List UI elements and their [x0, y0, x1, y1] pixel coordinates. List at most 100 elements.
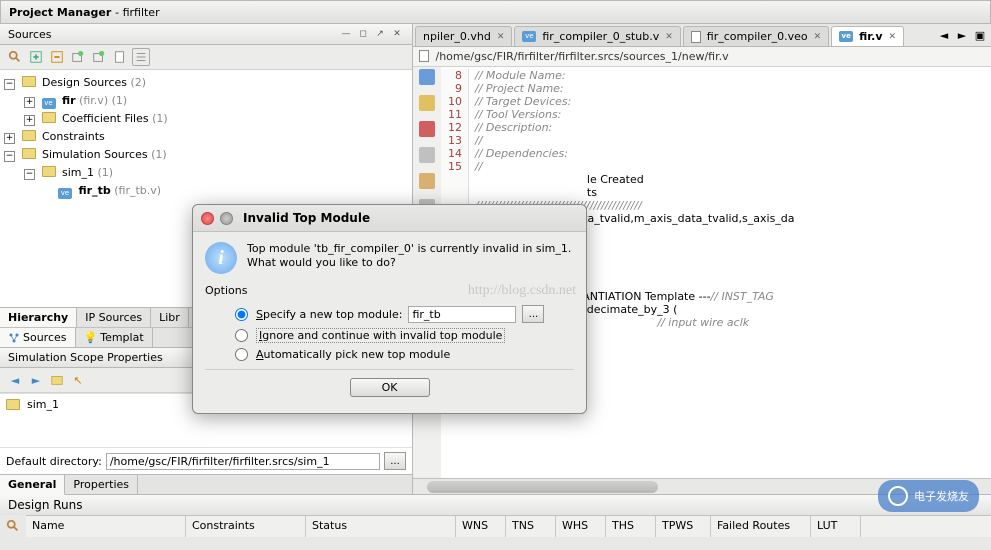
code-line[interactable]: ts [441, 186, 991, 199]
column-header[interactable]: WHS [556, 516, 606, 537]
module-icon: ve [839, 31, 853, 42]
radio-auto[interactable] [235, 348, 248, 361]
search-icon[interactable] [4, 517, 22, 535]
design-sources-label[interactable]: Design Sources [42, 76, 127, 89]
module-icon: ve [58, 188, 72, 199]
copy-icon[interactable] [419, 147, 435, 163]
restore-icon[interactable]: ◻ [356, 27, 370, 41]
editor-tab-stub[interactable]: ve fir_compiler_0_stub.v✕ [514, 26, 680, 46]
minimize-icon[interactable]: — [339, 27, 353, 41]
collapse-icon[interactable] [48, 48, 66, 66]
radio-ignore[interactable] [235, 329, 248, 342]
option-specify[interactable]: Specify a new top module: ... [235, 305, 574, 323]
column-header[interactable]: WNS [456, 516, 506, 537]
column-header[interactable]: Status [306, 516, 456, 537]
close-icon[interactable]: ✕ [665, 32, 673, 42]
list-icon[interactable] [132, 48, 150, 66]
add2-icon[interactable] [90, 48, 108, 66]
default-dir-input[interactable] [106, 453, 380, 470]
column-header[interactable]: TPWS [656, 516, 711, 537]
dialog-minimize-icon[interactable] [220, 212, 233, 225]
code-line[interactable]: 12// Description: [441, 121, 991, 134]
module-icon: ve [42, 98, 56, 109]
close-icon[interactable]: ✕ [390, 27, 404, 41]
tree-toggle[interactable]: + [24, 115, 35, 126]
folder-icon [22, 130, 36, 141]
paste-icon[interactable] [419, 173, 435, 189]
code-line[interactable]: le Created [441, 173, 991, 186]
tab-properties[interactable]: Properties [65, 475, 138, 494]
doc-icon[interactable] [111, 48, 129, 66]
maximize-icon[interactable]: ↗ [373, 27, 387, 41]
tree-toggle[interactable]: − [4, 151, 15, 162]
close-icon[interactable]: ✕ [814, 32, 822, 42]
tab-ip-sources[interactable]: IP Sources [77, 308, 151, 327]
code-line[interactable]: 10// Target Devices: [441, 95, 991, 108]
expand-icon[interactable] [27, 48, 45, 66]
subtab-sources[interactable]: Sources [0, 328, 76, 348]
sources-toolbar [0, 45, 412, 70]
coeff-label[interactable]: Coefficient Files [62, 112, 149, 125]
sim-sources-label[interactable]: Simulation Sources [42, 148, 148, 161]
back-icon[interactable]: ◄ [6, 371, 24, 389]
option-auto[interactable]: Automatically pick new top module [235, 348, 574, 361]
tab-next-icon[interactable]: ► [953, 26, 971, 44]
radio-specify[interactable] [235, 308, 248, 321]
tree-toggle[interactable]: − [4, 79, 15, 90]
tab-prev-icon[interactable]: ◄ [935, 26, 953, 44]
column-header[interactable]: Name [26, 516, 186, 537]
tree-toggle[interactable]: − [24, 169, 35, 180]
tree-toggle[interactable]: + [4, 133, 15, 144]
column-header[interactable]: THS [606, 516, 656, 537]
browse-button[interactable]: ... [522, 305, 544, 323]
dialog-close-icon[interactable] [201, 212, 214, 225]
search-icon[interactable] [6, 48, 24, 66]
default-dir-browse[interactable]: ... [384, 452, 406, 470]
dialog-titlebar[interactable]: Invalid Top Module [193, 205, 586, 232]
tab-hierarchy[interactable]: Hierarchy [0, 308, 77, 328]
fir-file: (fir.v) (1) [79, 94, 127, 107]
scope-icon[interactable] [48, 371, 66, 389]
save-icon[interactable] [419, 69, 435, 85]
top-module-input[interactable] [408, 306, 516, 323]
ok-button[interactable]: OK [350, 378, 430, 397]
undo-icon[interactable] [419, 95, 435, 111]
default-dir-row: Default directory: ... [0, 447, 412, 474]
fir-label[interactable]: fir [62, 94, 76, 107]
design-runs-panel: Design Runs NameConstraintsStatusWNSTNSW… [0, 494, 991, 537]
column-header[interactable]: TNS [506, 516, 556, 537]
option-ignore[interactable]: Ignore and continue with invalid top mod… [235, 328, 574, 343]
code-line[interactable]: 9// Project Name: [441, 82, 991, 95]
sources-panel-title: Sources [8, 28, 52, 41]
scope-item[interactable]: sim_1 [27, 398, 59, 411]
close-icon[interactable]: ✕ [889, 32, 897, 42]
tab-libraries[interactable]: Libr [151, 308, 189, 327]
code-line[interactable]: 13// [441, 134, 991, 147]
tree-toggle[interactable]: + [24, 97, 35, 108]
tab-menu-icon[interactable]: ▣ [971, 26, 989, 44]
firtb-label[interactable]: fir_tb [79, 184, 111, 197]
editor-tab-fir[interactable]: ve fir.v✕ [831, 26, 904, 46]
tab-general[interactable]: General [0, 475, 65, 495]
constraints-label[interactable]: Constraints [42, 130, 105, 143]
coeff-count: (1) [152, 112, 168, 125]
column-header[interactable]: Failed Routes [711, 516, 811, 537]
subtab-templates[interactable]: 💡 Templat [76, 328, 153, 347]
sources-panel-header: Sources — ◻ ↗ ✕ [0, 24, 412, 45]
column-header[interactable]: Constraints [186, 516, 306, 537]
editor-tab-veo[interactable]: fir_compiler_0.veo✕ [683, 26, 829, 46]
column-header[interactable]: LUT [811, 516, 861, 537]
code-line[interactable]: 14// Dependencies: [441, 147, 991, 160]
forward-icon[interactable]: ► [27, 371, 45, 389]
close-icon[interactable]: ✕ [497, 32, 505, 42]
code-line[interactable]: 11// Tool Versions: [441, 108, 991, 121]
code-line[interactable]: 8// Module Name: [441, 69, 991, 82]
cut-icon[interactable] [419, 121, 435, 137]
editor-tab-vhd[interactable]: npiler_0.vhd✕ [415, 26, 512, 46]
scope-panel-title: Simulation Scope Properties [8, 351, 163, 364]
folder-icon [6, 399, 20, 410]
pointer-icon[interactable]: ↖ [69, 371, 87, 389]
add-icon[interactable] [69, 48, 87, 66]
code-line[interactable]: 15// [441, 160, 991, 173]
sim1-label[interactable]: sim_1 [62, 166, 94, 179]
